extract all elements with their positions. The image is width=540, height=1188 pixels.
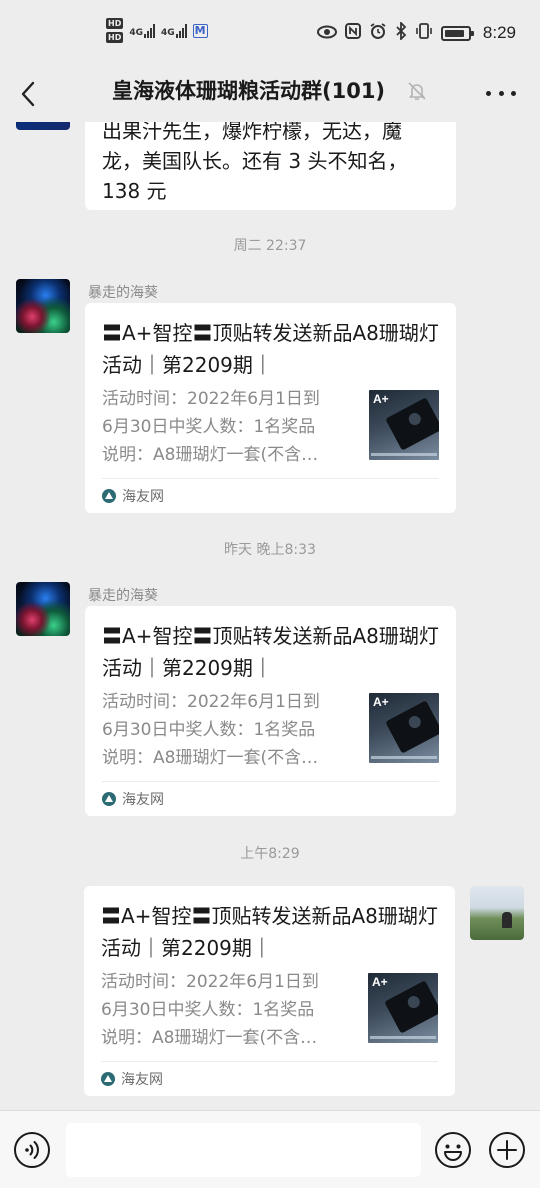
thumbnail-logo: A+ — [373, 695, 389, 709]
message-timestamp: 昨天 晚上8:33 — [224, 542, 316, 558]
card-source: 海友网 — [101, 1069, 163, 1089]
input-bar — [0, 1110, 540, 1188]
more-functions-button[interactable] — [488, 1131, 526, 1169]
bluetooth-icon — [395, 20, 407, 44]
card-thumbnail: A+ — [369, 693, 439, 763]
dot-icon — [498, 90, 504, 96]
source-name: 海友网 — [122, 792, 164, 808]
divider — [101, 1061, 438, 1062]
hd-badge: HD — [106, 32, 124, 43]
card-description-line: 6月30日中奖人数：1名奖品 — [102, 417, 316, 437]
card-description-line: 活动时间：2022年6月1日到 — [102, 389, 320, 409]
text-message-bubble[interactable]: 出果汁先生，爆炸柠檬，无达，魔 龙，美国队长。还有 3 头不知名， 138 元 — [85, 122, 456, 210]
voice-button[interactable] — [13, 1131, 51, 1169]
avatar[interactable] — [16, 582, 70, 636]
thumbnail-logo: A+ — [373, 392, 389, 406]
source-name: 海友网 — [122, 489, 164, 505]
status-left: HD HD 4G 4G M — [106, 18, 208, 43]
message-text-line: 138 元 — [102, 179, 167, 203]
voice-icon — [14, 1132, 50, 1168]
card-description: 活动时间：2022年6月1日到 6月30日中奖人数：1名奖品 说明：A8珊瑚灯一… — [102, 688, 348, 772]
card-title: 〓A+智控〓顶贴转发送新品A8珊瑚灯活动｜第2209期｜ — [101, 904, 438, 960]
card-title: 〓A+智控〓顶贴转发送新品A8珊瑚灯活动｜第2209期｜ — [102, 321, 439, 377]
network-type-label: 4G — [161, 27, 175, 38]
source-name: 海友网 — [121, 1072, 163, 1088]
sender-name: 暴走的海葵 — [88, 285, 158, 301]
emoji-icon — [435, 1132, 471, 1168]
nfc-icon — [344, 23, 361, 43]
hd-badge: HD — [106, 18, 124, 29]
message-text-line: 龙，美国队长。还有 3 头不知名， — [102, 149, 408, 173]
app-notification-icon: M — [192, 23, 208, 38]
link-card[interactable]: 〓A+智控〓顶贴转发送新品A8珊瑚灯活动｜第2209期｜ 活动时间：2022年6… — [84, 886, 455, 1096]
network-type-label: 4G — [129, 27, 143, 38]
message-input[interactable] — [66, 1123, 421, 1177]
card-thumbnail: A+ — [369, 390, 439, 460]
status-bar: HD HD 4G 4G M 8:29 — [0, 0, 540, 66]
avatar[interactable] — [16, 279, 70, 333]
muted-bell-icon — [406, 80, 428, 102]
vibrate-icon — [415, 22, 433, 44]
card-description: 活动时间：2022年6月1日到 6月30日中奖人数：1名奖品 说明：A8珊瑚灯一… — [102, 385, 348, 469]
source-logo-icon — [102, 792, 116, 806]
divider — [102, 781, 439, 782]
source-logo-icon — [101, 1072, 115, 1086]
status-right: 8:29 — [316, 20, 516, 44]
card-title: 〓A+智控〓顶贴转发送新品A8珊瑚灯活动｜第2209期｜ — [102, 624, 439, 680]
more-options-button[interactable] — [486, 80, 516, 106]
battery-icon — [440, 25, 474, 41]
signal-icon: 4G — [129, 23, 155, 38]
card-description: 活动时间：2022年6月1日到 6月30日中奖人数：1名奖品 说明：A8珊瑚灯一… — [101, 968, 347, 1052]
link-card[interactable]: 〓A+智控〓顶贴转发送新品A8珊瑚灯活动｜第2209期｜ 活动时间：2022年6… — [85, 303, 456, 513]
divider — [102, 478, 439, 479]
message-timestamp: 上午8:29 — [240, 846, 300, 862]
card-description-line: 说明：A8珊瑚灯一套(不含… — [102, 445, 319, 465]
plus-icon — [489, 1132, 525, 1168]
message-text-line: 出果汁先生，爆炸柠檬，无达，魔 — [102, 122, 402, 143]
message-timestamp: 周二 22:37 — [233, 238, 307, 254]
page-title: 皇海液体珊瑚粮活动群(101) — [112, 79, 386, 103]
status-time: 8:29 — [482, 23, 516, 42]
card-description-line: 活动时间：2022年6月1日到 — [102, 692, 320, 712]
card-description-line: 说明：A8珊瑚灯一套(不含… — [102, 748, 319, 768]
card-description-line: 6月30日中奖人数：1名奖品 — [102, 720, 316, 740]
card-description-line: 说明：A8珊瑚灯一套(不含… — [101, 1028, 318, 1048]
back-button[interactable] — [14, 76, 42, 112]
source-logo-icon — [102, 489, 116, 503]
sender-name: 暴走的海葵 — [88, 588, 158, 604]
emoji-button[interactable] — [434, 1131, 472, 1169]
dot-icon — [511, 90, 516, 96]
card-source: 海友网 — [102, 486, 164, 506]
message-list[interactable]: 出果汁先生，爆炸柠檬，无达，魔 龙，美国队长。还有 3 头不知名， 138 元 … — [0, 122, 540, 1110]
chat-header: 皇海液体珊瑚粮活动群(101) — [0, 66, 540, 122]
card-description-line: 活动时间：2022年6月1日到 — [101, 972, 319, 992]
eye-icon — [316, 24, 337, 43]
card-description-line: 6月30日中奖人数：1名奖品 — [101, 1000, 315, 1020]
alarm-icon — [369, 22, 387, 44]
card-source: 海友网 — [102, 789, 164, 809]
thumbnail-logo: A+ — [372, 975, 388, 989]
avatar[interactable] — [470, 886, 524, 940]
hd-indicators: HD HD — [106, 18, 124, 43]
card-thumbnail: A+ — [368, 973, 438, 1043]
signal-icon: 4G — [161, 23, 187, 38]
dot-icon — [486, 90, 491, 96]
link-card[interactable]: 〓A+智控〓顶贴转发送新品A8珊瑚灯活动｜第2209期｜ 活动时间：2022年6… — [85, 606, 456, 816]
back-arrow-icon — [21, 81, 35, 107]
avatar[interactable] — [16, 122, 70, 130]
